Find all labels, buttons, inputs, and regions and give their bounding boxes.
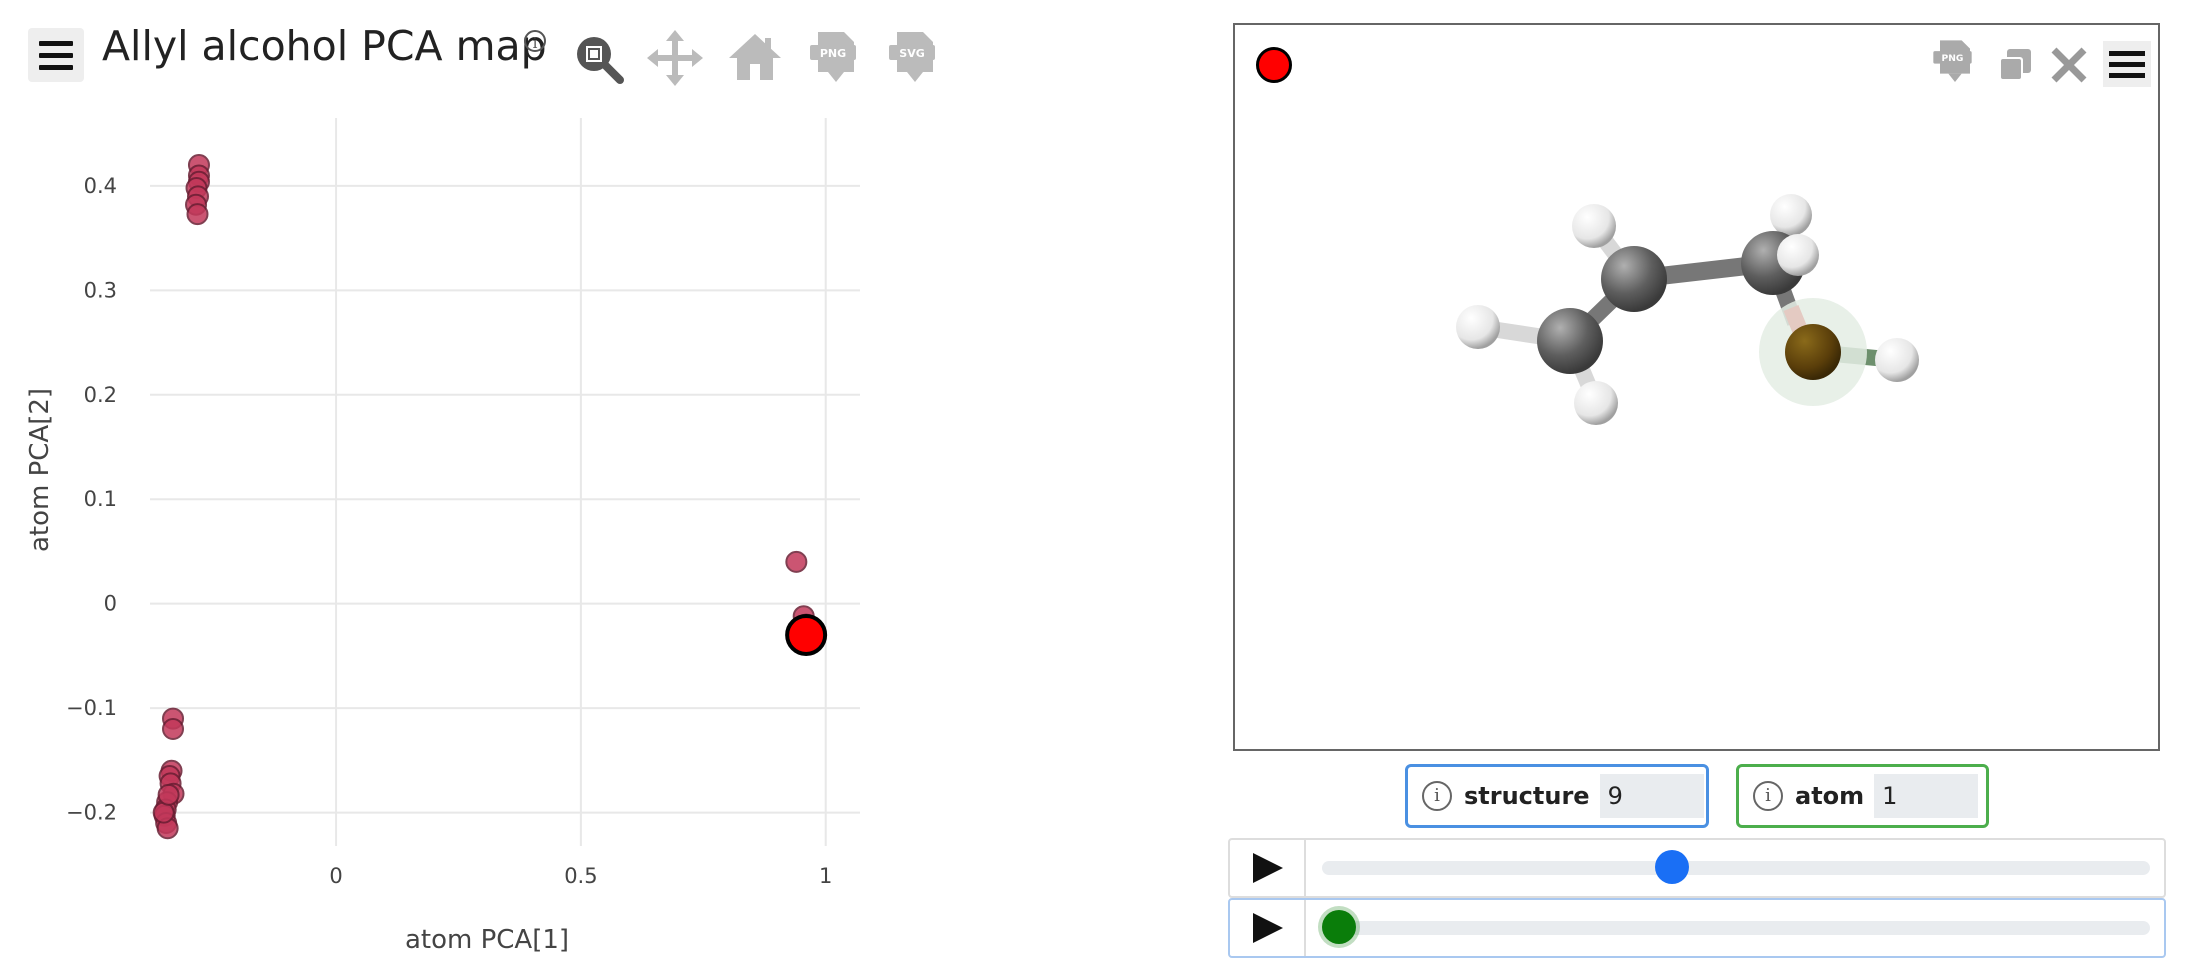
play-icon[interactable]: [1230, 840, 1306, 896]
svg-text:PNG: PNG: [820, 47, 846, 60]
y-tick-label: 0: [104, 592, 117, 616]
x-tick-label: 0: [329, 864, 342, 888]
carbon-atom: [1601, 246, 1667, 312]
structure-viewer[interactable]: PNG: [1233, 23, 2160, 751]
plot-grid: [150, 118, 860, 846]
scatter-point[interactable]: [157, 783, 180, 806]
x-tick-label: 0.5: [564, 864, 597, 888]
scatter-point[interactable]: [785, 550, 808, 573]
hydrogen-atom: [1572, 204, 1616, 248]
y-tick-label: −0.2: [66, 801, 117, 825]
scatter-point[interactable]: [186, 203, 209, 226]
y-tick-label: 0.2: [84, 383, 117, 407]
y-tick-label: 0.1: [84, 487, 117, 511]
map-menu-button[interactable]: [28, 28, 84, 82]
y-axis-title: atom PCA[2]: [25, 388, 55, 552]
y-tick-label: 0.3: [84, 278, 117, 302]
y-tick-label: 0.4: [84, 174, 117, 198]
structure-selector: i structure: [1405, 764, 1709, 828]
structure-slider-track[interactable]: [1322, 861, 2150, 875]
hydrogen-atom: [1456, 305, 1500, 349]
structure-info-icon[interactable]: i: [1422, 781, 1452, 811]
map-title: Allyl alcohol PCA map: [102, 22, 547, 70]
hydrogen-atom: [1770, 194, 1812, 236]
structure-player: [1228, 838, 2166, 898]
atom-info-icon[interactable]: i: [1753, 781, 1783, 811]
home-icon[interactable]: [725, 28, 785, 88]
info-icon[interactable]: i: [524, 30, 546, 52]
atom-slider-track[interactable]: [1322, 921, 2150, 935]
selected-point[interactable]: [785, 614, 828, 657]
zoom-icon[interactable]: [568, 28, 628, 88]
scatter-point[interactable]: [162, 718, 185, 741]
pca-scatter-plot[interactable]: 0 0.5 1 −0.2 −0.1 0 0.1 0.2 0.3 0.4 atom PCA[1] a…: [0, 100, 900, 980]
atom-selector: i atom: [1736, 764, 1989, 828]
hydrogen-atom: [1875, 338, 1919, 382]
png-download-icon[interactable]: PNG: [806, 28, 866, 88]
molecule-3d-view[interactable]: [1235, 25, 2158, 749]
carbon-atom: [1537, 308, 1603, 374]
atom-input[interactable]: [1874, 774, 1979, 818]
structure-slider-knob[interactable]: [1655, 850, 1690, 884]
svg-text:SVG: SVG: [899, 47, 924, 60]
hydrogen-atom: [1777, 234, 1819, 276]
atom-slider-knob[interactable]: [1322, 910, 1356, 944]
x-axis-title: atom PCA[1]: [405, 925, 569, 955]
atom-label: atom: [1795, 782, 1865, 810]
oxygen-atom: [1785, 324, 1841, 380]
play-icon[interactable]: [1230, 900, 1306, 956]
scatter-points[interactable]: [152, 154, 828, 840]
structure-label: structure: [1464, 782, 1590, 810]
structure-input[interactable]: [1599, 774, 1704, 818]
y-tick-label: −0.1: [66, 696, 117, 720]
pan-icon[interactable]: [645, 28, 705, 88]
x-tick-label: 1: [819, 864, 832, 888]
hydrogen-atom: [1574, 381, 1618, 425]
atom-player: [1228, 898, 2166, 958]
svg-download-icon[interactable]: SVG: [885, 28, 945, 88]
